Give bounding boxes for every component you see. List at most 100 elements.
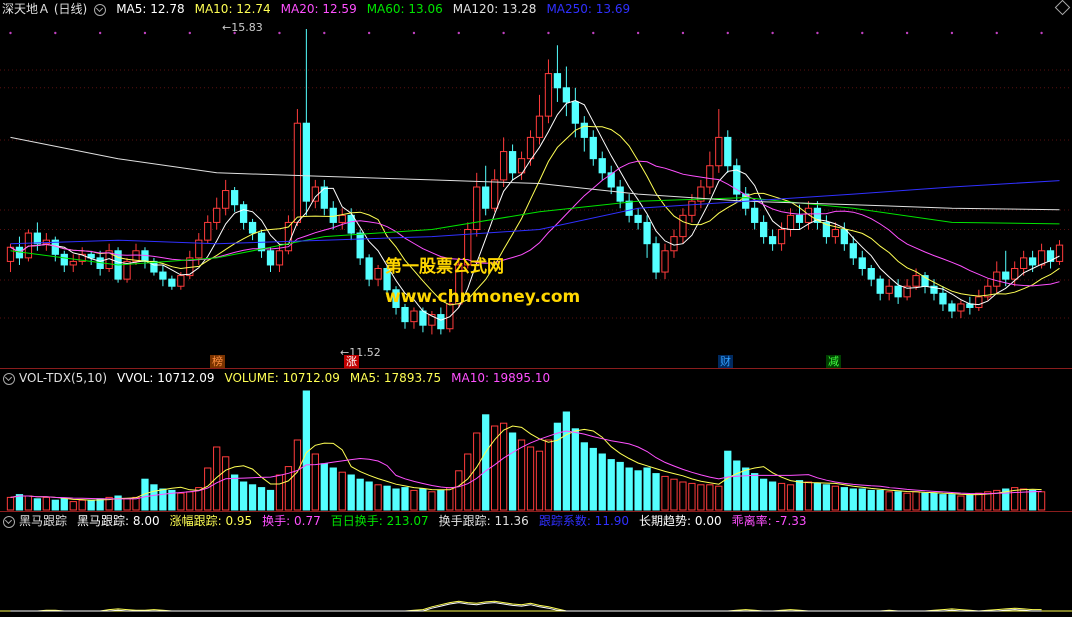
- candle-down: [607, 172, 615, 188]
- volume-bar-up: [499, 422, 508, 511]
- event-marker-finance[interactable]: 财: [718, 355, 733, 368]
- volume-bar-up: [831, 485, 840, 511]
- volume-bar-down: [768, 481, 777, 511]
- volume-bar-up: [679, 481, 687, 511]
- candle-up: [957, 303, 965, 312]
- event-marker-rise[interactable]: 涨: [344, 355, 359, 368]
- signal-dot: [143, 31, 147, 35]
- signal-dot: [457, 31, 460, 35]
- candle-down: [652, 243, 660, 273]
- volume-bar-down: [553, 422, 562, 511]
- candle-up: [786, 214, 795, 231]
- volume-bar-down: [966, 494, 974, 511]
- candle-down: [867, 268, 875, 280]
- signal-dot: [681, 31, 685, 35]
- volume-bar-up: [715, 485, 723, 511]
- event-marker-list[interactable]: 榜: [210, 355, 225, 368]
- indicator-panel[interactable]: 黑马跟踪 黑马跟踪: 8.00 涨幅跟踪: 0.95 换手: 0.77 百日换手: 21…: [0, 512, 1072, 617]
- candle-down: [840, 229, 848, 245]
- volume-bar-down: [598, 453, 606, 511]
- signal-dot: [54, 31, 57, 35]
- volume-bar-down: [96, 498, 104, 511]
- volume-bar-down: [571, 428, 579, 511]
- volume-bar-down: [930, 492, 938, 511]
- volume-bar-down: [159, 488, 167, 511]
- volume-bar-up: [222, 456, 230, 511]
- volume-bar-down: [329, 467, 337, 511]
- volume-bar-down: [625, 467, 633, 511]
- volume-bar-up: [786, 484, 795, 511]
- candle-up: [69, 260, 77, 266]
- candle-down: [795, 214, 804, 223]
- volume-ma5-line: [10, 425, 1042, 501]
- signal-dot: [98, 31, 102, 35]
- candle-down: [616, 186, 624, 202]
- signal-dot: [9, 31, 12, 35]
- volume-bar-up: [338, 471, 346, 511]
- volume-bar-down: [248, 484, 257, 511]
- volume-bar-down: [795, 480, 804, 511]
- volume-bar-up: [374, 484, 382, 511]
- candle-down: [939, 292, 947, 305]
- volume-bar-down: [150, 484, 158, 511]
- volume-bar-down: [87, 499, 95, 511]
- candle-down: [1028, 257, 1037, 266]
- candle-up: [1011, 268, 1019, 280]
- candle-up: [679, 214, 687, 238]
- volume-bar-up: [688, 482, 696, 511]
- volume-bar-up: [697, 484, 705, 511]
- volume-bar-down: [347, 474, 355, 511]
- signal-dot: [816, 31, 819, 35]
- volume-bar-down: [607, 459, 615, 511]
- volume-bar-up: [706, 484, 714, 511]
- signal-dot: [592, 31, 595, 35]
- candle-up: [885, 285, 893, 294]
- volume-bar-up: [473, 432, 481, 511]
- candle-up: [275, 250, 284, 266]
- volume-bar-down: [634, 470, 642, 511]
- volume-bar-down: [482, 414, 490, 511]
- candle-up: [912, 275, 920, 287]
- price-panel[interactable]: 深天地Ａ (日线) MA5: 12.78 MA10: 12.74 MA20: 12.5…: [0, 0, 1072, 368]
- volume-bar-up: [777, 482, 786, 511]
- volume-bar-down: [948, 494, 956, 511]
- volume-bar-up: [526, 446, 535, 511]
- volume-bar-down: [230, 474, 239, 511]
- volume-panel[interactable]: VOL-TDX(5,10) VVOL: 10712.09 VOLUME: 10712…: [0, 369, 1072, 511]
- candle-down: [1002, 271, 1010, 280]
- candle-up: [311, 186, 319, 202]
- candle-down: [751, 207, 759, 223]
- volume-bar-down: [751, 473, 759, 511]
- volume-bar-down: [580, 442, 588, 511]
- volume-bar-down: [257, 487, 266, 511]
- candle-down: [302, 122, 311, 202]
- candle-up: [1055, 244, 1064, 262]
- volume-bar-down: [733, 460, 741, 511]
- volume-bar-up: [446, 487, 454, 511]
- volume-bar-up: [544, 439, 553, 511]
- volume-bar-up: [186, 491, 194, 511]
- signal-dot: [905, 31, 909, 35]
- volume-bar-down: [266, 489, 275, 511]
- signal-dot: [323, 31, 326, 35]
- volume-bar-up: [903, 492, 911, 511]
- candle-down: [634, 214, 642, 223]
- volume-bar-down: [51, 499, 59, 511]
- volume-bar-down: [60, 498, 68, 511]
- volume-bar-up: [661, 475, 669, 511]
- candle-up: [6, 246, 15, 262]
- volume-bar-down: [939, 494, 947, 511]
- candle-up: [1020, 257, 1028, 270]
- volume-bar-down: [876, 489, 884, 511]
- signal-dot: [995, 31, 998, 35]
- volume-bar-up: [957, 495, 965, 511]
- candle-up: [804, 207, 813, 223]
- candle-down: [60, 253, 68, 266]
- event-marker-reduce[interactable]: 减: [826, 355, 841, 368]
- volume-bar-up: [177, 492, 185, 511]
- volume-bar-down: [724, 450, 732, 511]
- candle-down: [858, 257, 866, 270]
- candle-down: [589, 136, 597, 160]
- candle-down: [33, 232, 42, 245]
- candle-up: [499, 151, 508, 181]
